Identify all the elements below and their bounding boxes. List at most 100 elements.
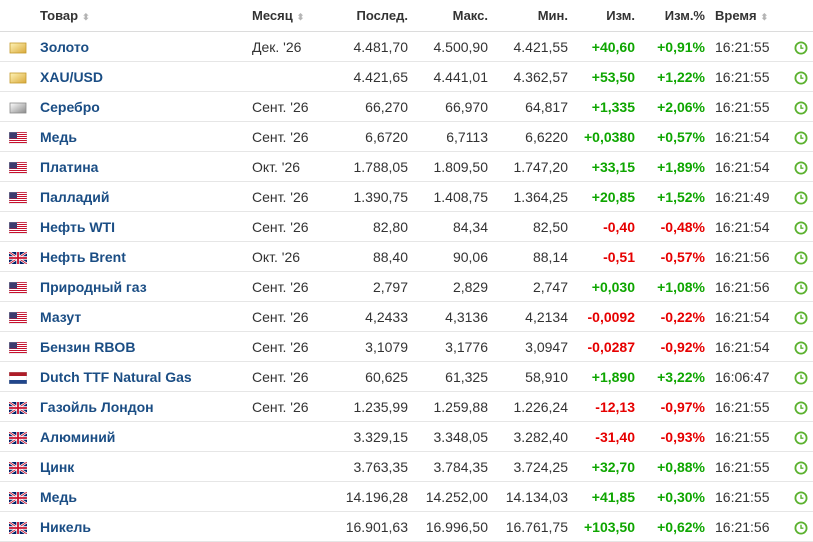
high-price: 4.500,90 <box>412 31 492 62</box>
table-row[interactable]: Платина Окт. '26 1.788,05 1.809,50 1.747,20 +… <box>0 151 813 182</box>
last-price: 60,625 <box>328 361 412 392</box>
commodity-name-link[interactable]: Цинк <box>36 451 248 482</box>
last-price: 14.196,28 <box>328 481 412 512</box>
price-change-pct: +1,89% <box>639 151 709 182</box>
clock-cell <box>789 361 813 392</box>
table-row[interactable]: Бензин RBOB Сент. '26 3,1079 3,1776 3,0947 -0… <box>0 331 813 362</box>
contract-month: Сент. '26 <box>248 181 328 212</box>
clock-icon <box>794 101 808 115</box>
high-price: 90,06 <box>412 241 492 272</box>
header-time[interactable]: Время ⬍ <box>709 0 789 32</box>
commodity-name-link[interactable]: Нефть WTI <box>36 211 248 242</box>
low-price: 1.747,20 <box>492 151 572 182</box>
table-row[interactable]: Нефть WTI Сент. '26 82,80 84,34 82,50 -0,40 -0… <box>0 211 813 242</box>
table-row[interactable]: Никель 16.901,63 16.996,50 16.761,75 +103,50… <box>0 511 813 542</box>
price-change: +40,60 <box>572 31 639 62</box>
price-change: -12,13 <box>572 391 639 422</box>
table-row[interactable]: Цинк 3.763,35 3.784,35 3.724,25 +32,70 +0,88%… <box>0 451 813 482</box>
clock-cell <box>789 31 813 62</box>
commodity-name-link[interactable]: Платина <box>36 151 248 182</box>
update-time: 16:21:56 <box>709 241 789 272</box>
clock-cell <box>789 511 813 542</box>
table-row[interactable]: Медь 14.196,28 14.252,00 14.134,03 +41,85 +0,… <box>0 481 813 512</box>
gold-icon <box>9 42 27 54</box>
commodity-name-link[interactable]: Бензин RBOB <box>36 331 248 362</box>
low-price: 3.724,25 <box>492 451 572 482</box>
price-change-pct: -0,97% <box>639 391 709 422</box>
commodity-name-link[interactable]: XAU/USD <box>36 61 248 92</box>
table-row[interactable]: Золото Дек. '26 4.481,70 4.500,90 4.421,55 +4… <box>0 31 813 62</box>
price-change-pct: +0,62% <box>639 511 709 542</box>
commodity-name-link[interactable]: Природный газ <box>36 271 248 302</box>
price-change: +33,15 <box>572 151 639 182</box>
clock-cell <box>789 211 813 242</box>
commodity-name-link[interactable]: Нефть Brent <box>36 241 248 272</box>
flag-cell <box>0 181 36 212</box>
commodity-name-link[interactable]: Мазут <box>36 301 248 332</box>
commodity-name-link[interactable]: Серебро <box>36 91 248 122</box>
header-low[interactable]: Мин. <box>492 0 572 32</box>
commodity-name-link[interactable]: Палладий <box>36 181 248 212</box>
table-row[interactable]: Нефть Brent Окт. '26 88,40 90,06 88,14 -0,51-… <box>0 241 813 272</box>
high-price: 6,7113 <box>412 121 492 152</box>
clock-cell <box>789 271 813 302</box>
header-high[interactable]: Макс. <box>412 0 492 32</box>
header-change[interactable]: Изм. <box>572 0 639 32</box>
commodity-name-link[interactable]: Золото <box>36 31 248 62</box>
update-time: 16:21:56 <box>709 271 789 302</box>
table-row[interactable]: Алюминий 3.329,15 3.348,05 3.282,40 -31,40 -0… <box>0 421 813 452</box>
commodity-name-link[interactable]: Dutch TTF Natural Gas <box>36 361 248 392</box>
table-row[interactable]: Мазут Сент. '26 4,2433 4,3136 4,2134 -0,0092-… <box>0 301 813 332</box>
commodity-name-link[interactable]: Медь <box>36 481 248 512</box>
header-name[interactable]: Товар ⬍ <box>36 0 248 32</box>
price-change-pct: +0,91% <box>639 31 709 62</box>
high-price: 4,3136 <box>412 301 492 332</box>
update-time: 16:21:55 <box>709 61 789 92</box>
table-row[interactable]: Серебро Сент. '26 66,270 66,970 64,817 +1,335… <box>0 91 813 122</box>
update-time: 16:21:54 <box>709 331 789 362</box>
header-change-pct[interactable]: Изм.% <box>639 0 709 32</box>
clock-cell <box>789 61 813 92</box>
clock-icon <box>794 491 808 505</box>
table-row[interactable]: Dutch TTF Natural Gas Сент. '26 60,625 61,3… <box>0 361 813 392</box>
table-row[interactable]: Газойль Лондон Сент. '26 1.235,99 1.259,88 1… <box>0 391 813 422</box>
price-change: +53,50 <box>572 61 639 92</box>
table-row[interactable]: XAU/USD 4.421,65 4.441,01 4.362,57 +53,50 +1,… <box>0 61 813 92</box>
flag-cell <box>0 211 36 242</box>
commodity-name-link[interactable]: Никель <box>36 511 248 542</box>
header-flag <box>0 0 36 32</box>
clock-cell <box>789 481 813 512</box>
high-price: 1.408,75 <box>412 181 492 212</box>
sort-icon[interactable]: ⬍ <box>297 12 305 22</box>
us-flag-icon <box>9 191 27 204</box>
last-price: 4.421,65 <box>328 61 412 92</box>
uk-flag-icon <box>9 431 27 444</box>
uk-flag-icon <box>9 521 27 534</box>
sort-icon[interactable]: ⬍ <box>761 12 769 22</box>
last-price: 3.329,15 <box>328 421 412 452</box>
commodity-name-link[interactable]: Алюминий <box>36 421 248 452</box>
update-time: 16:21:54 <box>709 211 789 242</box>
uk-flag-icon <box>9 401 27 414</box>
table-row[interactable]: Медь Сент. '26 6,6720 6,7113 6,6220 +0,0380 +0… <box>0 121 813 152</box>
table-row[interactable]: Палладий Сент. '26 1.390,75 1.408,75 1.364,2… <box>0 181 813 212</box>
header-last[interactable]: Послед. <box>328 0 412 32</box>
table-row[interactable]: Природный газ Сент. '26 2,797 2,829 2,747 +0,… <box>0 271 813 302</box>
last-price: 88,40 <box>328 241 412 272</box>
low-price: 2,747 <box>492 271 572 302</box>
header-month[interactable]: Месяц ⬍ <box>248 0 328 32</box>
low-price: 4,2134 <box>492 301 572 332</box>
update-time: 16:21:49 <box>709 181 789 212</box>
clock-icon <box>794 71 808 85</box>
sort-icon[interactable]: ⬍ <box>82 12 90 22</box>
low-price: 3.282,40 <box>492 421 572 452</box>
high-price: 3.348,05 <box>412 421 492 452</box>
commodity-name-link[interactable]: Газойль Лондон <box>36 391 248 422</box>
contract-month: Сент. '26 <box>248 301 328 332</box>
contract-month <box>248 481 328 512</box>
high-price: 66,970 <box>412 91 492 122</box>
clock-cell <box>789 421 813 452</box>
commodity-name-link[interactable]: Медь <box>36 121 248 152</box>
price-change: +1,890 <box>572 361 639 392</box>
flag-cell <box>0 91 36 122</box>
